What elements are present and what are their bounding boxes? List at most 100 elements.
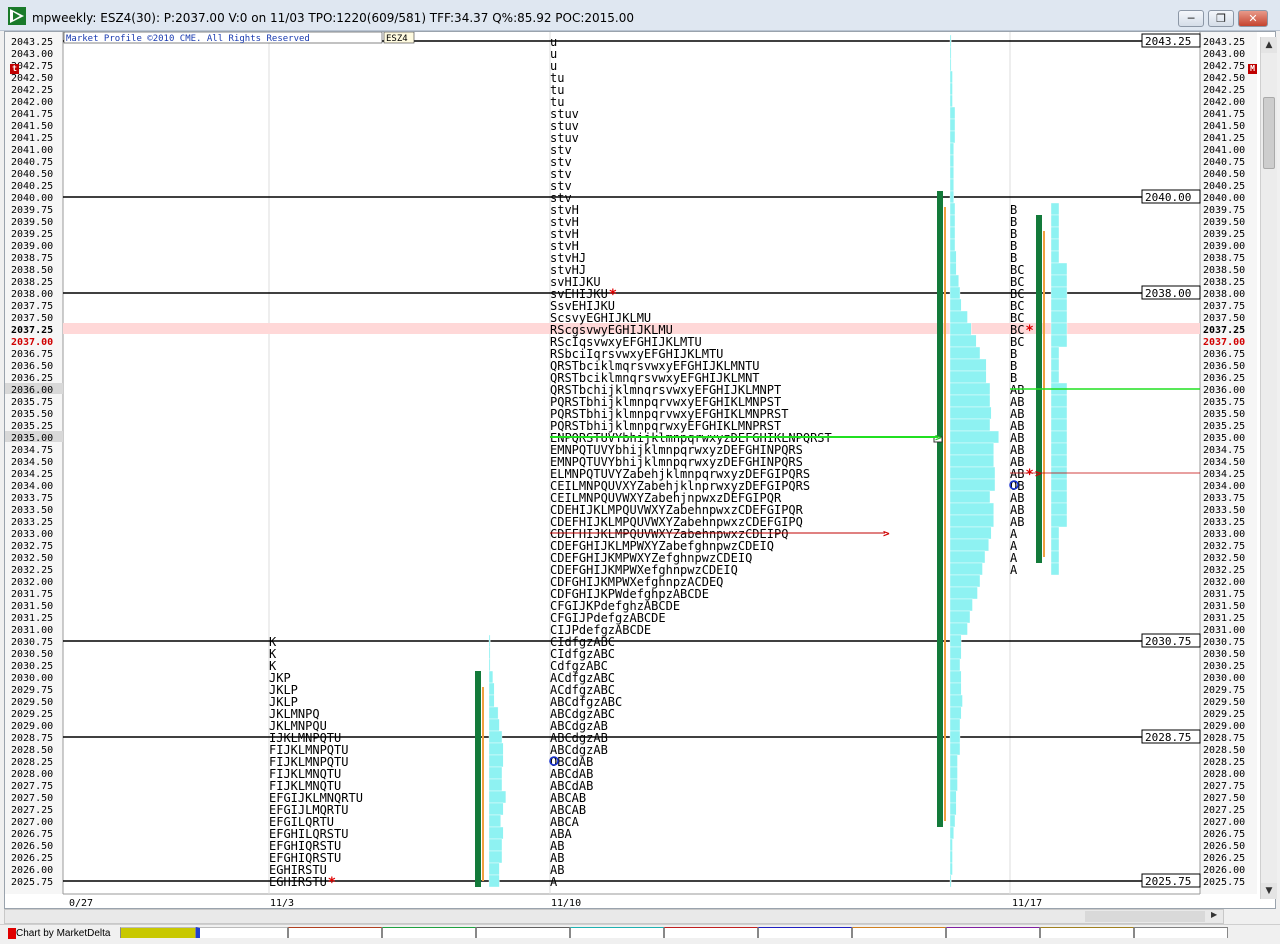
chart-tab-1[interactable] [120,927,196,938]
right-price-label: 2037.75 [1203,301,1245,312]
chart-tab-3[interactable] [288,927,382,938]
left-price-label: 2043.25 [11,37,53,48]
window-title: mpweekly: ESZ4(30): P:2037.00 V:0 on 11/… [32,11,635,25]
left-price-label: 2033.75 [11,493,53,504]
left-price-label: 2033.50 [11,505,53,516]
reference-level-label: 2040.00 [1145,191,1191,204]
reference-level-label: 2028.75 [1145,731,1191,744]
left-price-label: 2036.75 [11,349,53,360]
left-price-label: 2027.25 [11,805,53,816]
poc-star-icon: * [1025,323,1033,339]
right-price-label: 2038.00 [1203,289,1245,300]
left-price-label: 2039.25 [11,229,53,240]
volume-bar-11-3 [488,838,503,852]
volume-bar-11-17 [1050,478,1068,492]
volume-bar-11-10 [949,826,954,840]
volume-bar-11-10 [949,706,962,720]
reference-level-label: 2043.25 [1145,35,1191,48]
volume-bar-11-10 [949,778,958,792]
red-arrow-icon: > [883,527,890,540]
tpo-row: EGHIRSTU [269,875,327,889]
vertical-scrollbar[interactable]: ▲ ▼ [1260,37,1277,899]
volume-bar-11-10 [949,622,968,636]
left-price-label: 2031.50 [11,601,53,612]
volume-bar-11-17 [1050,442,1068,456]
volume-bar-11-3 [488,862,500,876]
right-price-label: 2029.25 [1203,709,1245,720]
volume-bar-11-10 [949,682,962,696]
right-price-label: 2043.25 [1203,37,1245,48]
restore-button[interactable]: ❐ [1208,10,1234,27]
chart-tab-6[interactable] [570,927,664,938]
volume-bar-11-3 [488,874,500,888]
volume-bar-11-3 [488,790,507,804]
right-price-label: 2026.50 [1203,841,1245,852]
title-bar: mpweekly: ESZ4(30): P:2037.00 V:0 on 11/… [0,0,1280,31]
volume-bar-11-10 [949,862,953,876]
chart-tab-9[interactable] [852,927,946,938]
date-axis-label: 0/27 [69,898,93,908]
scroll-up-icon[interactable]: ▲ [1261,37,1277,53]
volume-bar-11-3 [488,814,501,828]
left-marker: t [10,64,19,74]
volume-bar-11-17 [1050,214,1060,228]
copyright-notice: Market Profile ©2010 CME. All Rights Res… [66,34,310,44]
chart-tab-4[interactable] [382,927,476,938]
volume-bar-11-10 [949,310,968,324]
volume-bar-11-10 [949,478,996,492]
volume-bar-11-10 [949,334,977,348]
right-price-label: 2042.75 [1203,61,1245,72]
volume-bar-11-10 [949,166,954,180]
right-price-label: 2031.50 [1203,601,1245,612]
poc-star-icon: * [1025,467,1033,483]
volume-bar-11-17 [1050,454,1068,468]
minimize-button[interactable]: ─ [1178,10,1204,27]
right-price-label: 2028.25 [1203,757,1245,768]
left-price-label: 2026.75 [11,829,53,840]
scroll-right-icon[interactable]: ▶ [1211,910,1217,919]
chart-tab-11[interactable] [1040,927,1134,938]
volume-bar-11-17 [1050,514,1068,528]
vertical-scroll-thumb[interactable] [1263,97,1275,169]
close-button[interactable]: ✕ [1238,10,1268,27]
volume-bar-11-3 [488,646,491,660]
horizontal-scroll-thumb[interactable] [1085,911,1205,922]
left-price-label: 2039.50 [11,217,53,228]
volume-bar-11-10 [949,634,962,648]
right-price-label: 2038.25 [1203,277,1245,288]
volume-bar-11-10 [949,442,994,456]
app-icon [8,7,26,25]
volume-bar-11-3 [488,766,503,780]
volume-bar-11-10 [949,538,989,552]
right-price-label: 2035.75 [1203,397,1245,408]
right-price-label: 2028.00 [1203,769,1245,780]
chart-tab-2[interactable] [196,927,288,938]
horizontal-scrollbar[interactable]: ▶ [4,909,1224,924]
left-price-label: 2035.25 [11,421,53,432]
chart-tab-7[interactable] [664,927,758,938]
volume-bar-11-3 [488,718,500,732]
left-price-label: 2029.50 [11,697,53,708]
left-price-label: 2038.00 [11,289,53,300]
right-price-label: 2028.75 [1203,733,1245,744]
volume-bar-11-17 [1050,550,1060,564]
chart-tab-5[interactable] [476,927,570,938]
right-price-label: 2036.00 [1203,385,1245,396]
volume-bar-11-3 [488,742,504,756]
left-price-label: 2040.50 [11,169,53,180]
chart-tab-8[interactable] [758,927,852,938]
scroll-down-icon[interactable]: ▼ [1261,883,1277,899]
chart-tab-10[interactable] [946,927,1040,938]
right-price-label: 2029.50 [1203,697,1245,708]
volume-bar-11-17 [1050,394,1068,408]
left-price-label: 2038.75 [11,253,53,264]
volume-bar-11-10 [949,34,952,48]
right-price-label: 2041.25 [1203,133,1245,144]
right-price-label: 2032.00 [1203,577,1245,588]
left-price-label: 2039.75 [11,205,53,216]
volume-bar-11-10 [949,370,987,384]
chart-tab-12[interactable] [1134,927,1228,938]
right-price-label: 2038.75 [1203,253,1245,264]
volume-bar-11-10 [949,598,973,612]
date-axis-label: 11/3 [270,898,294,908]
